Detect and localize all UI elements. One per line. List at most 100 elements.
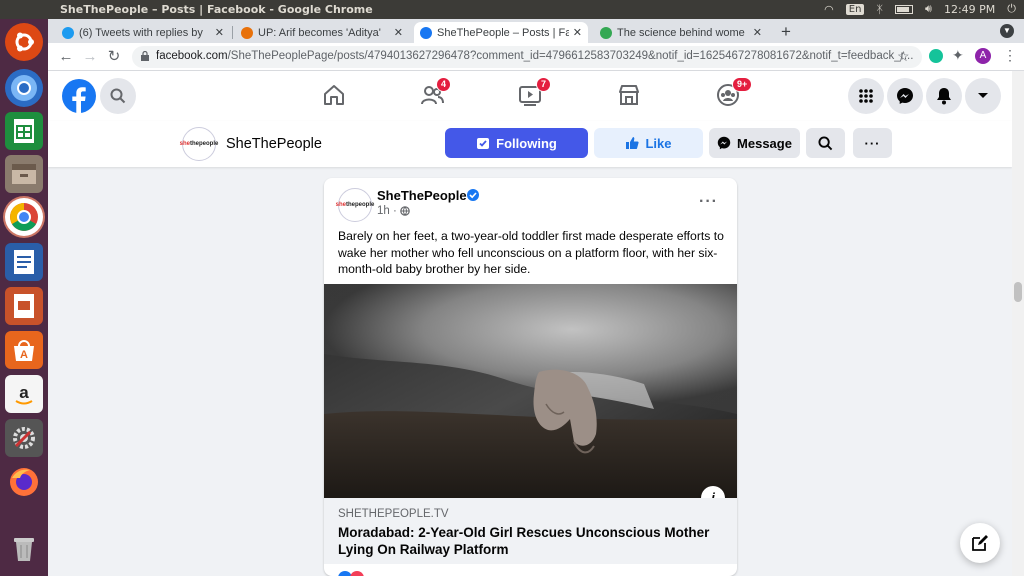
search-icon bbox=[110, 88, 126, 104]
close-tab-icon[interactable]: ✕ bbox=[215, 26, 224, 39]
groups-notification-badge: 9+ bbox=[732, 77, 753, 92]
link-preview-image[interactable] bbox=[324, 284, 737, 498]
verified-badge-icon bbox=[467, 189, 479, 201]
amazon-icon[interactable]: a bbox=[5, 375, 43, 413]
tab-twitter[interactable]: (6) Tweets with replies by ✕ bbox=[56, 22, 230, 43]
scrollbar-thumb[interactable] bbox=[1014, 282, 1022, 302]
logo-text-people: people bbox=[355, 202, 375, 208]
messenger-icon bbox=[717, 136, 731, 150]
menu-button[interactable] bbox=[848, 78, 884, 114]
impress-icon[interactable] bbox=[5, 287, 43, 325]
message-button[interactable]: Message bbox=[709, 128, 800, 158]
browser-toolbar: ← → ↻ facebook.com/SheThePeoplePage/post… bbox=[48, 43, 1024, 71]
news-icon bbox=[241, 26, 253, 39]
bluetooth-icon[interactable]: ᛡ bbox=[876, 3, 883, 16]
power-icon[interactable]: ⏻ bbox=[1007, 2, 1016, 16]
post-options-button[interactable]: ··· bbox=[699, 193, 718, 211]
tab-search-icon[interactable]: ▼ bbox=[1000, 24, 1014, 38]
svg-text:a: a bbox=[19, 383, 29, 402]
reload-button[interactable]: ↻ bbox=[104, 47, 124, 67]
post-timestamp[interactable]: 1h · bbox=[377, 205, 397, 217]
close-tab-icon[interactable]: ✕ bbox=[753, 26, 762, 39]
link-domain: SHETHEPEOPLE.TV bbox=[338, 508, 449, 520]
lock-icon[interactable] bbox=[141, 51, 149, 61]
page-more-button[interactable]: ··· bbox=[853, 128, 892, 158]
new-tab-button[interactable]: + bbox=[781, 22, 791, 42]
ubuntu-launcher: A a bbox=[0, 19, 48, 576]
bell-icon bbox=[937, 88, 951, 105]
url-path: /SheThePeoplePage/posts/4794013627296478… bbox=[227, 50, 914, 62]
post-author-name[interactable]: SheThePeople bbox=[377, 188, 467, 203]
search-button[interactable] bbox=[100, 78, 136, 114]
logo-text-she: she bbox=[335, 202, 346, 208]
address-bar[interactable]: facebook.com/SheThePeoplePage/posts/4794… bbox=[132, 46, 922, 68]
globe-icon bbox=[600, 26, 612, 39]
facebook-logo-icon[interactable] bbox=[62, 79, 96, 113]
writer-icon[interactable] bbox=[5, 243, 43, 281]
marketplace-icon[interactable] bbox=[617, 83, 641, 107]
new-message-button[interactable] bbox=[960, 523, 1000, 563]
clock[interactable]: 12:49 PM bbox=[944, 3, 995, 16]
facebook-header: 4 7 9+ bbox=[48, 71, 1012, 121]
keyboard-layout-indicator[interactable]: En bbox=[845, 3, 865, 15]
close-tab-icon[interactable]: ✕ bbox=[573, 26, 582, 39]
files-icon[interactable] bbox=[5, 155, 43, 193]
profile-avatar[interactable]: A bbox=[975, 48, 991, 64]
logo-text-the: the bbox=[190, 141, 199, 147]
trash-icon[interactable] bbox=[5, 529, 43, 567]
wifi-icon[interactable]: ◠ bbox=[824, 3, 834, 16]
url-host: facebook.com bbox=[156, 50, 228, 62]
link-title: Moradabad: 2-Year-Old Girl Rescues Uncon… bbox=[338, 525, 710, 557]
system-tray: ◠ En ᛡ 🔊︎ 12:49 PM ⏻ bbox=[824, 2, 1016, 16]
link-preview-footer[interactable]: SHETHEPEOPLE.TV Moradabad: 2-Year-Old Gi… bbox=[324, 498, 737, 564]
watch-notification-badge: 7 bbox=[536, 77, 552, 92]
settings-icon[interactable] bbox=[5, 419, 43, 457]
close-tab-icon[interactable]: ✕ bbox=[394, 26, 403, 39]
chrome-menu-icon[interactable]: ⋮ bbox=[1003, 47, 1017, 64]
page-scrollbar[interactable] bbox=[1012, 71, 1024, 576]
home-icon[interactable] bbox=[322, 83, 346, 107]
tab-facebook[interactable]: SheThePeople – Posts | Fa ✕ bbox=[414, 22, 588, 43]
following-button[interactable]: Following bbox=[445, 128, 588, 158]
notifications-button[interactable] bbox=[926, 78, 962, 114]
tab-science[interactable]: The science behind wome ✕ bbox=[594, 22, 768, 43]
page-search-button[interactable] bbox=[806, 128, 845, 158]
ubuntu-icon[interactable] bbox=[5, 23, 43, 61]
page-header-strip: she the people SheThePeople Following Li… bbox=[48, 121, 1012, 167]
chevron-down-icon bbox=[978, 93, 988, 98]
forward-button[interactable]: → bbox=[80, 47, 100, 67]
messenger-icon bbox=[897, 88, 913, 104]
firefox-icon[interactable] bbox=[5, 463, 43, 501]
battery-icon[interactable] bbox=[895, 4, 914, 14]
hand-photo-image bbox=[324, 284, 737, 498]
love-reaction-icon bbox=[350, 571, 364, 576]
following-check-icon bbox=[477, 138, 490, 149]
friends-notification-badge: 4 bbox=[436, 77, 452, 92]
chrome-icon[interactable] bbox=[5, 198, 43, 236]
chromium-icon[interactable] bbox=[5, 69, 43, 107]
post-author-avatar[interactable]: she the people bbox=[335, 188, 375, 222]
back-button[interactable]: ← bbox=[56, 47, 76, 67]
post-card: she the people SheThePeople 1h · ··· Bar… bbox=[324, 178, 737, 576]
bookmark-star-icon[interactable]: ☆ bbox=[897, 48, 910, 65]
tab-separator bbox=[232, 26, 233, 39]
compose-icon bbox=[972, 535, 988, 551]
message-label: Message bbox=[737, 135, 792, 151]
twitter-icon bbox=[62, 26, 74, 39]
volume-icon[interactable]: 🔊︎ bbox=[925, 2, 932, 16]
grammarly-icon[interactable] bbox=[929, 49, 943, 63]
tab-news[interactable]: UP: Arif becomes 'Aditya' ✕ bbox=[235, 22, 409, 43]
page-name[interactable]: SheThePeople bbox=[226, 136, 322, 152]
messenger-button[interactable] bbox=[887, 78, 923, 114]
page-avatar[interactable]: she the people bbox=[180, 127, 218, 161]
software-center-icon[interactable]: A bbox=[5, 331, 43, 369]
tab-title: UP: Arif becomes 'Aditya' bbox=[258, 26, 381, 39]
following-label: Following bbox=[496, 135, 557, 151]
tab-title: (6) Tweets with replies by bbox=[79, 26, 203, 39]
search-icon bbox=[818, 135, 833, 150]
account-button[interactable] bbox=[965, 78, 1001, 114]
spreadsheet-icon[interactable] bbox=[5, 112, 43, 150]
extensions-icon[interactable]: ✦ bbox=[952, 47, 964, 64]
facebook-icon bbox=[420, 26, 432, 39]
like-page-button[interactable]: Like bbox=[594, 128, 703, 158]
